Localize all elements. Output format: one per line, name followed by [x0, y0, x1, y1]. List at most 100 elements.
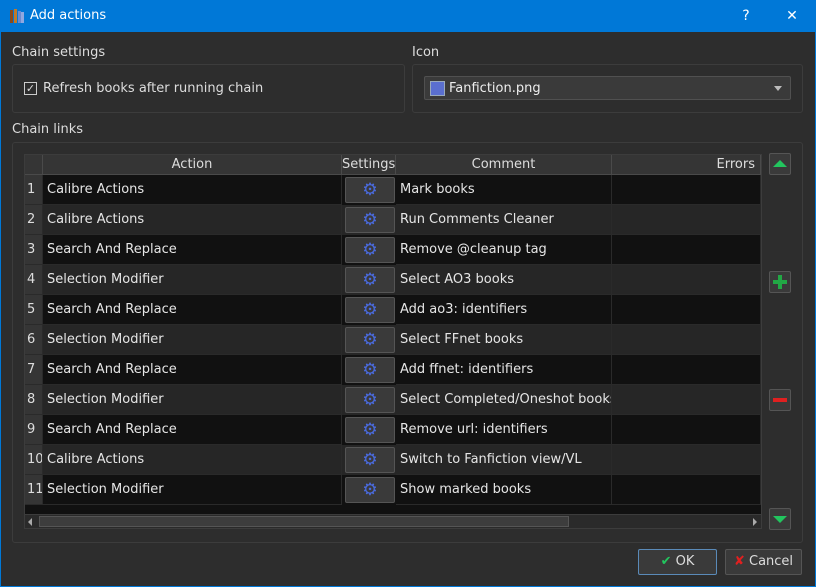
- table-row[interactable]: 6 Selection Modifier ⚙ Select FFnet books: [25, 325, 761, 355]
- comment-cell[interactable]: Remove @cleanup tag: [396, 235, 612, 265]
- table-row[interactable]: 4 Selection Modifier ⚙ Select AO3 books: [25, 265, 761, 295]
- settings-button[interactable]: ⚙: [345, 357, 395, 383]
- comment-cell[interactable]: Select AO3 books: [396, 265, 612, 295]
- comment-cell[interactable]: Switch to Fanfiction view/VL: [396, 445, 612, 475]
- action-cell[interactable]: Calibre Actions: [43, 445, 342, 475]
- icon-select-value: Fanfiction.png: [449, 81, 541, 96]
- table-row[interactable]: 2 Calibre Actions ⚙ Run Comments Cleaner: [25, 205, 761, 235]
- table-row[interactable]: 5 Search And Replace ⚙ Add ao3: identifiers: [25, 295, 761, 325]
- column-header-comment[interactable]: Comment: [396, 155, 612, 175]
- gear-icon: ⚙: [362, 420, 378, 440]
- scroll-left-icon[interactable]: [28, 518, 32, 526]
- arrow-down-icon: [773, 516, 787, 523]
- help-button[interactable]: ?: [726, 4, 766, 28]
- settings-button[interactable]: ⚙: [345, 207, 395, 233]
- action-cell[interactable]: Selection Modifier: [43, 385, 342, 415]
- plus-icon: [773, 275, 787, 289]
- icon-label: Icon: [412, 45, 440, 60]
- settings-button[interactable]: ⚙: [345, 417, 395, 443]
- corner-header: [25, 155, 43, 175]
- row-number: 4: [25, 265, 43, 295]
- gear-icon: ⚙: [362, 360, 378, 380]
- table-row[interactable]: 11 Selection Modifier ⚙ Show marked books: [25, 475, 761, 505]
- table-row[interactable]: 7 Search And Replace ⚙ Add ffnet: identifie…: [25, 355, 761, 385]
- refresh-checkbox[interactable]: ✓: [24, 82, 37, 95]
- ok-label: OK: [675, 554, 695, 569]
- calibre-books-icon: [10, 9, 24, 23]
- gear-icon: ⚙: [362, 180, 378, 200]
- table-row[interactable]: 1 Calibre Actions ⚙ Mark books: [25, 175, 761, 205]
- ok-button[interactable]: ✔ OK: [638, 549, 717, 575]
- image-file-icon: [430, 81, 445, 96]
- settings-button[interactable]: ⚙: [345, 177, 395, 203]
- errors-cell: [612, 205, 761, 235]
- cancel-button[interactable]: ✘ Cancel: [725, 549, 802, 575]
- remove-link-button[interactable]: [769, 389, 791, 411]
- comment-cell[interactable]: Mark books: [396, 175, 612, 205]
- chain-links-label: Chain links: [12, 122, 84, 137]
- errors-cell: [612, 175, 761, 205]
- action-cell[interactable]: Calibre Actions: [43, 205, 342, 235]
- settings-button[interactable]: ⚙: [345, 387, 395, 413]
- column-header-action[interactable]: Action: [43, 155, 342, 175]
- row-number: 8: [25, 385, 43, 415]
- add-link-button[interactable]: [769, 271, 791, 293]
- row-number: 3: [25, 235, 43, 265]
- row-number: 5: [25, 295, 43, 325]
- gear-icon: ⚙: [362, 450, 378, 470]
- settings-button[interactable]: ⚙: [345, 297, 395, 323]
- comment-cell[interactable]: Run Comments Cleaner: [396, 205, 612, 235]
- settings-button[interactable]: ⚙: [345, 447, 395, 473]
- horizontal-scrollbar[interactable]: [25, 514, 761, 528]
- arrow-up-icon: [773, 160, 787, 167]
- chevron-down-icon: [774, 86, 782, 91]
- action-cell[interactable]: Selection Modifier: [43, 475, 342, 505]
- move-up-button[interactable]: [769, 153, 791, 175]
- action-cell[interactable]: Calibre Actions: [43, 175, 342, 205]
- action-cell[interactable]: Search And Replace: [43, 415, 342, 445]
- scroll-right-icon[interactable]: [753, 518, 757, 526]
- table-row[interactable]: 10 Calibre Actions ⚙ Switch to Fanfiction v…: [25, 445, 761, 475]
- comment-cell[interactable]: Remove url: identifiers: [396, 415, 612, 445]
- comment-cell[interactable]: Add ao3: identifiers: [396, 295, 612, 325]
- icon-select[interactable]: Fanfiction.png: [424, 76, 791, 100]
- row-number: 9: [25, 415, 43, 445]
- comment-cell[interactable]: Select Completed/Oneshot books: [396, 385, 612, 415]
- column-header-errors[interactable]: Errors: [612, 155, 761, 175]
- comment-cell[interactable]: Select FFnet books: [396, 325, 612, 355]
- settings-button[interactable]: ⚙: [345, 327, 395, 353]
- action-cell[interactable]: Search And Replace: [43, 295, 342, 325]
- gear-icon: ⚙: [362, 480, 378, 500]
- chain-settings-label: Chain settings: [12, 45, 106, 60]
- row-number: 7: [25, 355, 43, 385]
- action-cell[interactable]: Search And Replace: [43, 235, 342, 265]
- window-title: Add actions: [30, 8, 107, 23]
- gear-icon: ⚙: [362, 270, 378, 290]
- gear-icon: ⚙: [362, 330, 378, 350]
- errors-cell: [612, 295, 761, 325]
- refresh-checkbox-label[interactable]: Refresh books after running chain: [43, 81, 263, 96]
- settings-button[interactable]: ⚙: [345, 267, 395, 293]
- close-button[interactable]: ✕: [772, 4, 812, 28]
- errors-cell: [612, 325, 761, 355]
- action-cell[interactable]: Selection Modifier: [43, 325, 342, 355]
- errors-cell: [612, 445, 761, 475]
- table-row[interactable]: 3 Search And Replace ⚙ Remove @cleanup tag: [25, 235, 761, 265]
- gear-icon: ⚙: [362, 240, 378, 260]
- move-down-button[interactable]: [769, 508, 791, 530]
- comment-cell[interactable]: Add ffnet: identifiers: [396, 355, 612, 385]
- action-cell[interactable]: Selection Modifier: [43, 265, 342, 295]
- action-cell[interactable]: Search And Replace: [43, 355, 342, 385]
- settings-button[interactable]: ⚙: [345, 237, 395, 263]
- table-row[interactable]: 8 Selection Modifier ⚙ Select Completed/One…: [25, 385, 761, 415]
- minus-icon: [773, 398, 787, 402]
- settings-button[interactable]: ⚙: [345, 477, 395, 503]
- row-number: 6: [25, 325, 43, 355]
- comment-cell[interactable]: Show marked books: [396, 475, 612, 505]
- scrollbar-thumb[interactable]: [39, 516, 569, 527]
- row-number: 2: [25, 205, 43, 235]
- table-row[interactable]: 9 Search And Replace ⚙ Remove url: identifi…: [25, 415, 761, 445]
- title-bar: Add actions ? ✕: [0, 0, 816, 32]
- checkmark-icon: ✔: [660, 554, 672, 569]
- column-header-settings[interactable]: Settings: [342, 155, 396, 175]
